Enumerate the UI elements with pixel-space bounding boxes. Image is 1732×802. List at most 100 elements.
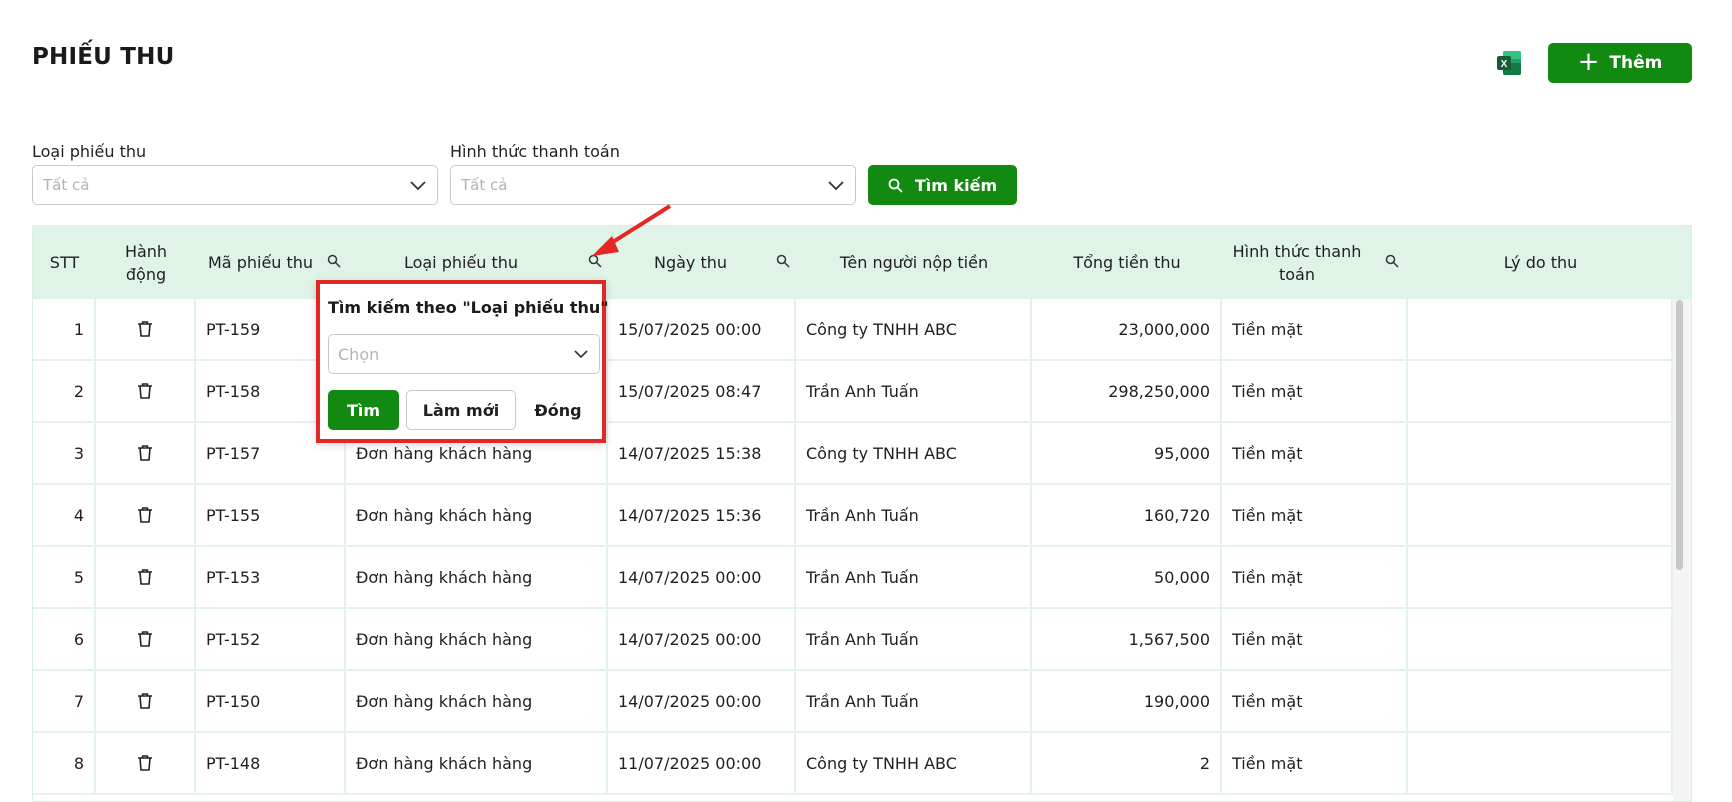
search-button-label: Tìm kiếm xyxy=(914,175,998,195)
cell-stt: 8 xyxy=(33,733,96,793)
cell-payment: Tiền mặt xyxy=(1222,299,1408,359)
cell-date: 15/07/2025 08:47 xyxy=(608,361,796,421)
add-button[interactable]: + Thêm xyxy=(1548,43,1692,83)
cell-payment: Tiền mặt xyxy=(1222,361,1408,421)
cell-payment: Tiền mặt xyxy=(1222,423,1408,483)
search-icon[interactable] xyxy=(327,254,341,268)
svg-text:X: X xyxy=(1501,59,1508,70)
cell-code: PT-148 xyxy=(196,733,346,793)
receipts-table: STT Hành động Mã phiếu thu Loại phiếu th… xyxy=(32,225,1692,802)
trash-icon[interactable] xyxy=(137,444,153,462)
popup-type-select[interactable]: Chọn xyxy=(328,334,600,374)
cell-stt: 7 xyxy=(33,671,96,731)
table-row[interactable]: 3 PT-157 Đơn hàng khách hàng 14/07/2025 15:… xyxy=(33,423,1673,485)
excel-icon[interactable]: X xyxy=(1495,49,1523,77)
cell-reason xyxy=(1408,361,1673,421)
cell-date: 11/07/2025 00:00 xyxy=(608,733,796,793)
search-icon[interactable] xyxy=(776,254,790,268)
trash-icon[interactable] xyxy=(137,382,153,400)
cell-payment: Tiền mặt xyxy=(1222,609,1408,669)
cell-action xyxy=(96,299,196,359)
chevron-down-icon xyxy=(574,350,588,359)
cell-code: PT-150 xyxy=(196,671,346,731)
popup-reset-button[interactable]: Làm mới xyxy=(406,390,516,430)
cell-type: Đơn hàng khách hàng xyxy=(346,485,608,545)
receipt-type-select[interactable]: Tất cả xyxy=(32,165,438,205)
header-reason: Lý do thu xyxy=(1503,253,1578,272)
cell-date: 14/07/2025 15:38 xyxy=(608,423,796,483)
table-row[interactable]: 5 PT-153 Đơn hàng khách hàng 14/07/2025 00:… xyxy=(33,547,1673,609)
payment-method-label: Hình thức thanh toán xyxy=(450,142,620,161)
cell-reason xyxy=(1408,485,1673,545)
cell-reason xyxy=(1408,609,1673,669)
cell-payer: Công ty TNHH ABC xyxy=(796,299,1032,359)
trash-icon[interactable] xyxy=(137,630,153,648)
cell-total: 160,720 xyxy=(1032,485,1222,545)
trash-icon[interactable] xyxy=(137,568,153,586)
cell-payer: Công ty TNHH ABC xyxy=(796,733,1032,793)
payment-method-placeholder: Tất cả xyxy=(461,176,508,194)
cell-date: 14/07/2025 15:36 xyxy=(608,485,796,545)
cell-total: 50,000 xyxy=(1032,547,1222,607)
trash-icon[interactable] xyxy=(137,506,153,524)
cell-action xyxy=(96,361,196,421)
cell-stt: 6 xyxy=(33,609,96,669)
popup-select-placeholder: Chọn xyxy=(338,344,380,364)
table-row[interactable]: 4 PT-155 Đơn hàng khách hàng 14/07/2025 15:… xyxy=(33,485,1673,547)
search-icon[interactable] xyxy=(1385,254,1399,268)
header-payment: Hình thức thanh toán xyxy=(1232,241,1362,284)
trash-icon[interactable] xyxy=(137,754,153,772)
table-row[interactable]: 7 PT-150 Đơn hàng khách hàng 14/07/2025 00:… xyxy=(33,671,1673,733)
cell-code: PT-155 xyxy=(196,485,346,545)
chevron-down-icon xyxy=(828,181,844,191)
cell-action xyxy=(96,733,196,793)
cell-reason xyxy=(1408,733,1673,793)
table-row[interactable]: 2 PT-158 15/07/2025 08:47 Trần Anh Tuấn 298,… xyxy=(33,361,1673,423)
cell-type: Đơn hàng khách hàng xyxy=(346,547,608,607)
cell-reason xyxy=(1408,547,1673,607)
table-row[interactable]: 6 PT-152 Đơn hàng khách hàng 14/07/2025 00:… xyxy=(33,609,1673,671)
cell-action xyxy=(96,547,196,607)
chevron-down-icon xyxy=(410,181,426,191)
cell-stt: 5 xyxy=(33,547,96,607)
trash-icon[interactable] xyxy=(137,320,153,338)
header-stt: STT xyxy=(49,253,80,272)
cell-action xyxy=(96,609,196,669)
cell-date: 14/07/2025 00:00 xyxy=(608,671,796,731)
header-action: Hành động xyxy=(124,241,168,284)
cell-total: 23,000,000 xyxy=(1032,299,1222,359)
popup-close-button[interactable]: Đóng xyxy=(524,390,592,430)
cell-reason xyxy=(1408,423,1673,483)
cell-stt: 2 xyxy=(33,361,96,421)
popup-title: Tìm kiếm theo "Loại phiếu thu" xyxy=(328,298,609,317)
search-button[interactable]: Tìm kiếm xyxy=(868,165,1017,205)
cell-total: 1,567,500 xyxy=(1032,609,1222,669)
scrollbar-thumb[interactable] xyxy=(1676,300,1683,570)
payment-method-select[interactable]: Tất cả xyxy=(450,165,856,205)
column-search-popup: Tìm kiếm theo "Loại phiếu thu" Chọn Tìm … xyxy=(316,280,609,443)
cell-stt: 1 xyxy=(33,299,96,359)
cell-type: Đơn hàng khách hàng xyxy=(346,671,608,731)
cell-payment: Tiền mặt xyxy=(1222,547,1408,607)
cell-payer: Trần Anh Tuấn xyxy=(796,485,1032,545)
cell-total: 95,000 xyxy=(1032,423,1222,483)
trash-icon[interactable] xyxy=(137,692,153,710)
table-row[interactable]: 1 PT-159 15/07/2025 00:00 Công ty TNHH ABC 2… xyxy=(33,299,1673,361)
cell-code: PT-153 xyxy=(196,547,346,607)
cell-type: Đơn hàng khách hàng xyxy=(346,733,608,793)
cell-total: 190,000 xyxy=(1032,671,1222,731)
search-icon[interactable] xyxy=(588,254,602,268)
cell-payer: Trần Anh Tuấn xyxy=(796,361,1032,421)
popup-find-button[interactable]: Tìm xyxy=(328,390,399,430)
cell-payment: Tiền mặt xyxy=(1222,733,1408,793)
cell-payer: Công ty TNHH ABC xyxy=(796,423,1032,483)
cell-stt: 4 xyxy=(33,485,96,545)
header-date: Ngày thu xyxy=(653,253,728,272)
cell-reason xyxy=(1408,671,1673,731)
receipt-type-label: Loại phiếu thu xyxy=(32,142,147,161)
header-payer: Tên người nộp tiền xyxy=(839,253,989,272)
header-code: Mã phiếu thu xyxy=(208,253,314,272)
cell-payer: Trần Anh Tuấn xyxy=(796,547,1032,607)
cell-date: 14/07/2025 00:00 xyxy=(608,609,796,669)
table-row[interactable]: 8 PT-148 Đơn hàng khách hàng 11/07/2025 00:… xyxy=(33,733,1673,795)
